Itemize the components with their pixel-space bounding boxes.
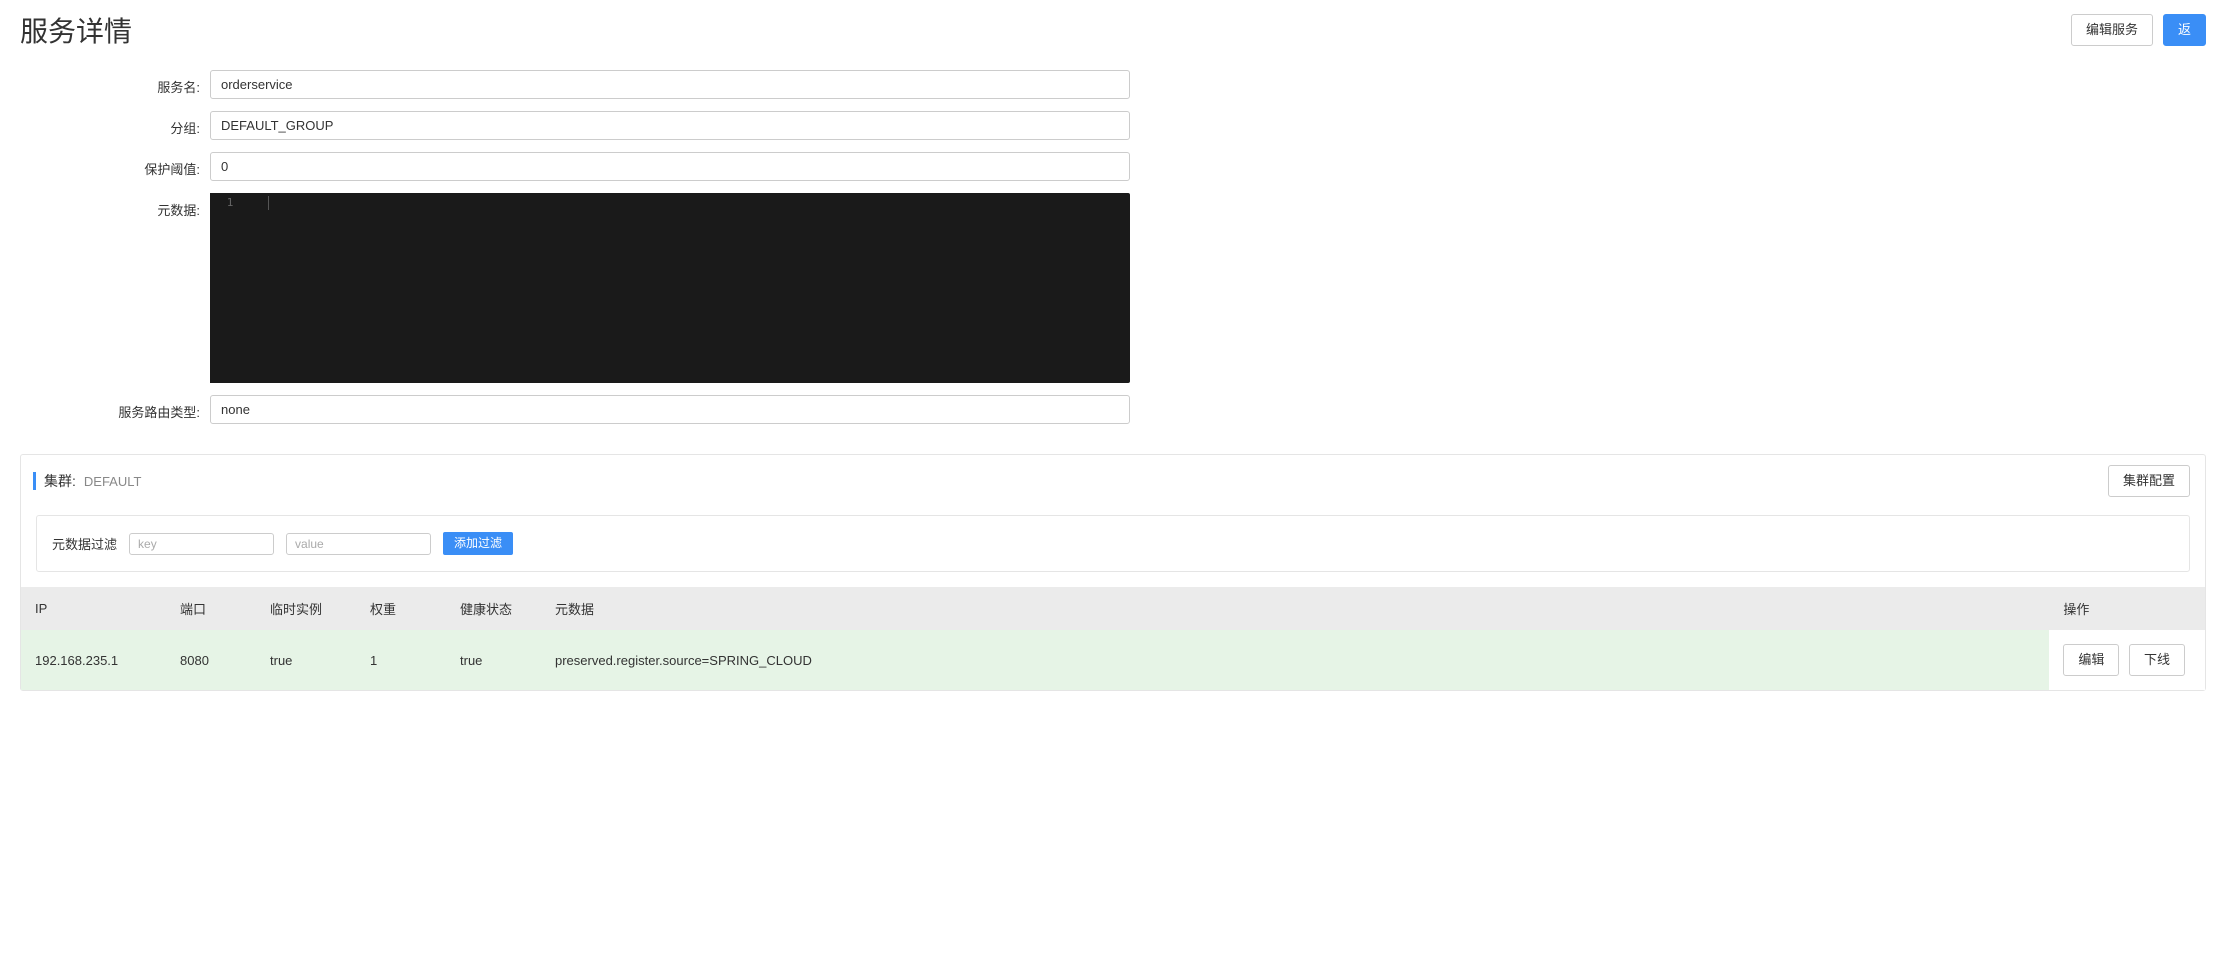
page-title: 服务详情: [20, 10, 132, 50]
col-header-actions: 操作: [2049, 587, 2205, 630]
instances-table: IP 端口 临时实例 权重 健康状态 元数据 操作 192.168.235.1 …: [21, 587, 2205, 690]
group-label: 分组:: [20, 111, 210, 137]
edit-instance-button[interactable]: 编辑: [2063, 644, 2119, 676]
cell-metadata: preserved.register.source=SPRING_CLOUD: [541, 630, 2049, 690]
protect-threshold-input[interactable]: [210, 152, 1130, 181]
col-header-ip: IP: [21, 587, 166, 630]
filter-value-input[interactable]: [286, 533, 431, 555]
metadata-editor[interactable]: 1: [210, 193, 1130, 383]
back-button[interactable]: 返: [2163, 14, 2206, 46]
filter-label: 元数据过滤: [52, 534, 117, 553]
cell-ephemeral: true: [256, 630, 356, 690]
cell-health: true: [446, 630, 541, 690]
cell-weight: 1: [356, 630, 446, 690]
cluster-section: 集群: DEFAULT 集群配置 元数据过滤 添加过滤 IP 端口 临时实例 权…: [20, 454, 2206, 691]
cluster-title-label: 集群:: [44, 471, 76, 491]
offline-instance-button[interactable]: 下线: [2129, 644, 2185, 676]
header-actions: 编辑服务 返: [2071, 14, 2206, 46]
cell-port: 8080: [166, 630, 256, 690]
route-type-input[interactable]: [210, 395, 1130, 424]
code-content[interactable]: [250, 193, 1130, 383]
line-number: 1: [227, 196, 234, 209]
metadata-label: 元数据:: [20, 193, 210, 219]
service-name-label: 服务名:: [20, 70, 210, 96]
metadata-filter-box: 元数据过滤 添加过滤: [36, 515, 2190, 572]
cluster-title-wrap: 集群: DEFAULT: [33, 472, 141, 490]
cluster-config-button[interactable]: 集群配置: [2108, 465, 2190, 497]
col-header-ephemeral: 临时实例: [256, 587, 356, 630]
protect-threshold-label: 保护阈值:: [20, 152, 210, 178]
service-form: 服务名: 分组: 保护阈值: 元数据: 1 服务路由类型:: [0, 70, 2226, 424]
service-name-input[interactable]: [210, 70, 1130, 99]
col-header-port: 端口: [166, 587, 256, 630]
cell-ip: 192.168.235.1: [21, 630, 166, 690]
col-header-weight: 权重: [356, 587, 446, 630]
table-row: 192.168.235.1 8080 true 1 true preserved…: [21, 630, 2205, 690]
cell-actions: 编辑 下线: [2049, 630, 2205, 690]
code-gutter: 1: [210, 193, 250, 383]
filter-key-input[interactable]: [129, 533, 274, 555]
edit-service-button[interactable]: 编辑服务: [2071, 14, 2153, 46]
add-filter-button[interactable]: 添加过滤: [443, 532, 513, 555]
group-input[interactable]: [210, 111, 1130, 140]
col-header-metadata: 元数据: [541, 587, 2049, 630]
col-header-health: 健康状态: [446, 587, 541, 630]
cluster-name: DEFAULT: [84, 474, 142, 489]
route-type-label: 服务路由类型:: [20, 395, 210, 421]
